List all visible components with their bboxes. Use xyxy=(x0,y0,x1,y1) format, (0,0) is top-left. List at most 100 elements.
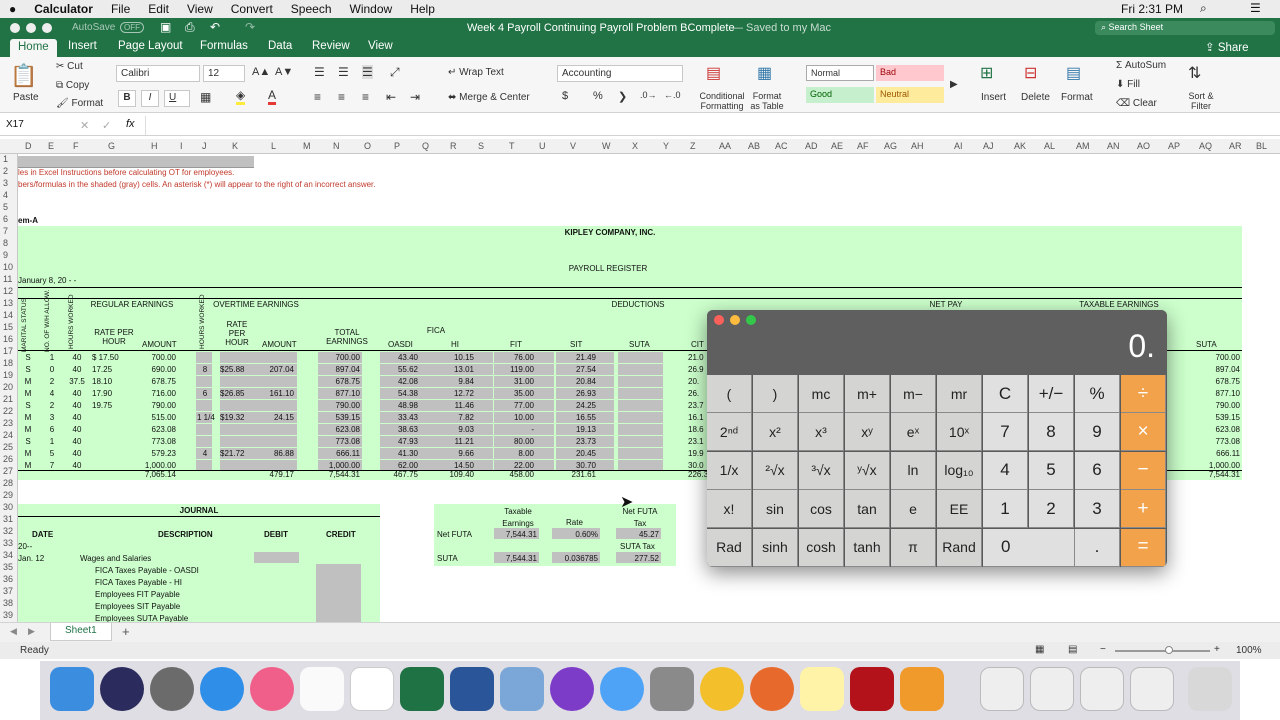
pages-icon[interactable] xyxy=(900,667,944,711)
cancel-icon[interactable]: ✕ xyxy=(80,119,89,132)
calc-key[interactable]: ln xyxy=(891,451,936,490)
calc-key[interactable]: 2 xyxy=(1029,490,1074,529)
row-header-3[interactable]: 3 xyxy=(3,178,8,188)
calc-key[interactable]: 1 xyxy=(983,490,1028,529)
column-header-e[interactable]: E xyxy=(48,141,54,151)
print-icon[interactable]: ⎙ xyxy=(185,20,195,35)
column-header-ae[interactable]: AE xyxy=(831,141,843,151)
column-header-j[interactable]: J xyxy=(202,141,207,151)
calc-key[interactable]: ( xyxy=(707,375,752,413)
shaded-cell[interactable] xyxy=(618,352,663,363)
style-neutral[interactable]: Neutral xyxy=(876,87,944,103)
column-header-am[interactable]: AM xyxy=(1076,141,1090,151)
paste-button[interactable]: Paste xyxy=(13,92,39,103)
row-header-38[interactable]: 38 xyxy=(3,598,13,608)
column-header-y[interactable]: Y xyxy=(663,141,669,151)
menu-view[interactable]: View xyxy=(178,2,222,16)
column-header-bl[interactable]: BL xyxy=(1256,141,1267,151)
percent-button[interactable]: % xyxy=(593,90,603,102)
column-header-aq[interactable]: AQ xyxy=(1199,141,1212,151)
align-right-icon[interactable]: ≡ xyxy=(362,90,369,104)
column-header-o[interactable]: O xyxy=(364,141,371,151)
menu-help[interactable]: Help xyxy=(401,2,444,16)
calc-key[interactable]: 8 xyxy=(1029,413,1074,452)
calc-zoom-button[interactable] xyxy=(746,315,756,325)
calc-key[interactable]: . xyxy=(1075,528,1120,567)
fill-button[interactable]: ⬇ Fill xyxy=(1116,79,1140,90)
calc-key[interactable]: Rand xyxy=(937,528,982,567)
column-header-ac[interactable]: AC xyxy=(775,141,788,151)
format-painter-button[interactable]: 🖌 Format xyxy=(56,98,103,109)
close-button[interactable] xyxy=(10,23,20,33)
column-header-ag[interactable]: AG xyxy=(884,141,897,151)
zoom-slider-knob[interactable] xyxy=(1165,646,1173,654)
insert-function-button[interactable]: fx xyxy=(126,118,135,130)
shaded-cell[interactable] xyxy=(618,400,663,411)
row-header-14[interactable]: 14 xyxy=(3,310,13,320)
column-header-ai[interactable]: AI xyxy=(954,141,963,151)
shaded-cell[interactable] xyxy=(196,424,212,435)
column-header-r[interactable]: R xyxy=(450,141,457,151)
column-header-ak[interactable]: AK xyxy=(1014,141,1026,151)
style-bad[interactable]: Bad xyxy=(876,65,944,81)
conditional-formatting-button[interactable]: Conditional Formatting xyxy=(697,91,747,111)
calc-key[interactable]: m− xyxy=(891,375,936,413)
format-table-icon[interactable]: ▦ xyxy=(757,63,772,83)
shaded-cell[interactable] xyxy=(618,388,663,399)
apple-icon[interactable]: ● xyxy=(0,2,25,16)
styles-more-icon[interactable]: ▶ xyxy=(950,79,958,90)
share-button[interactable]: ⇪ Share xyxy=(1205,40,1249,54)
calc-key[interactable]: C xyxy=(983,375,1028,413)
row-header-9[interactable]: 9 xyxy=(3,250,8,260)
shaded-cell[interactable] xyxy=(618,448,663,459)
calc-key[interactable]: 5 xyxy=(1029,451,1074,490)
row-header-26[interactable]: 26 xyxy=(3,454,13,464)
row-header-11[interactable]: 11 xyxy=(3,274,12,284)
increase-decimal-icon[interactable]: .0→ xyxy=(640,90,657,100)
calc-key[interactable]: ʸ√x xyxy=(845,451,890,490)
row-header-29[interactable]: 29 xyxy=(3,490,13,500)
shaded-cell[interactable] xyxy=(220,352,254,363)
decrease-font-icon[interactable]: A▼ xyxy=(275,66,293,78)
row-header-20[interactable]: 20 xyxy=(3,382,13,392)
menu-edit[interactable]: Edit xyxy=(139,2,178,16)
row-header-17[interactable]: 17 xyxy=(3,346,13,356)
shaded-cell[interactable] xyxy=(196,436,212,447)
prev-sheet-icon[interactable]: ◀ xyxy=(10,626,17,637)
shaded-cell[interactable] xyxy=(196,352,212,363)
format-cells-icon[interactable]: ▤ xyxy=(1066,63,1081,83)
row-header-39[interactable]: 39 xyxy=(3,610,13,620)
calc-key[interactable]: log₁₀ xyxy=(937,451,982,490)
calc-key[interactable]: cosh xyxy=(799,528,844,567)
calendar-icon[interactable] xyxy=(350,667,394,711)
column-header-g[interactable]: G xyxy=(108,141,115,151)
calc-key[interactable]: tanh xyxy=(845,528,890,567)
column-header-m[interactable]: M xyxy=(303,141,311,151)
autosum-button[interactable]: Σ AutoSum xyxy=(1116,60,1166,71)
format-button[interactable]: Format xyxy=(1061,92,1093,103)
shaded-cell[interactable] xyxy=(254,400,297,411)
tab-view[interactable]: View xyxy=(368,40,393,52)
tab-data[interactable]: Data xyxy=(268,40,292,52)
column-header-ar[interactable]: AR xyxy=(1229,141,1242,151)
paste-icon[interactable]: 📋 xyxy=(10,63,37,89)
menu-window[interactable]: Window xyxy=(341,2,402,16)
column-header-al[interactable]: AL xyxy=(1044,141,1055,151)
column-header-n[interactable]: N xyxy=(333,141,340,151)
sheet-tab-sheet1[interactable]: Sheet1 xyxy=(50,623,112,641)
align-center-icon[interactable]: ≡ xyxy=(338,90,345,104)
column-header-t[interactable]: T xyxy=(509,141,515,151)
shaded-cell[interactable] xyxy=(618,412,663,423)
row-header-32[interactable]: 32 xyxy=(3,526,13,536)
calc-key[interactable]: π xyxy=(891,528,936,567)
column-header-aa[interactable]: AA xyxy=(719,141,731,151)
row-header-31[interactable]: 31 xyxy=(3,514,13,524)
row-header-24[interactable]: 24 xyxy=(3,430,13,440)
redo-icon[interactable]: ↷ xyxy=(245,20,255,34)
row-header-13[interactable]: 13 xyxy=(3,298,13,308)
calc-key[interactable]: 0 xyxy=(983,528,1075,567)
increase-font-icon[interactable]: A▲ xyxy=(252,66,270,78)
tab-review[interactable]: Review xyxy=(312,40,350,52)
calc-key[interactable]: e xyxy=(891,490,936,529)
minimize-button[interactable] xyxy=(26,23,36,33)
